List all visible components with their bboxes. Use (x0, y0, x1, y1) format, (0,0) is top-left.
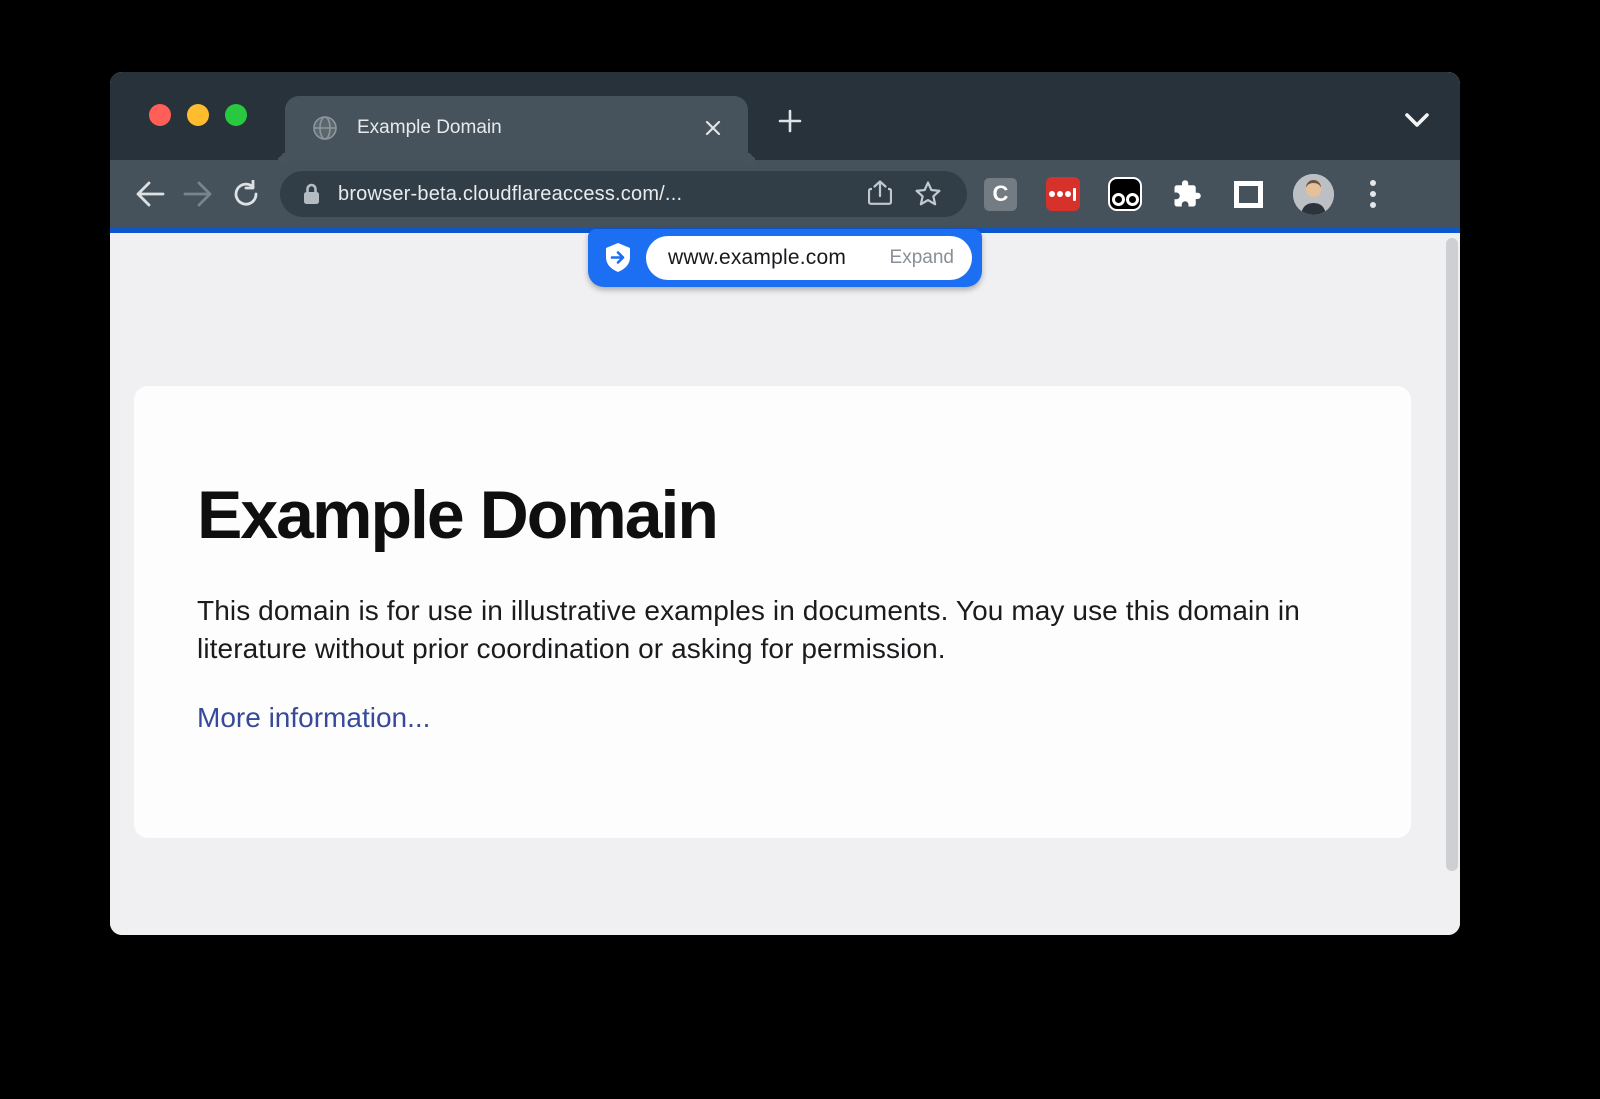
share-button[interactable] (863, 177, 897, 211)
isolation-domain-pill[interactable]: www.example.com Expand (588, 229, 982, 287)
goggles-extension-icon (1108, 177, 1142, 211)
lock-icon (302, 182, 321, 206)
tab-example-domain[interactable]: Example Domain (285, 96, 748, 160)
browser-window: Example Domain (110, 72, 1460, 935)
back-button[interactable] (126, 170, 174, 218)
address-bar[interactable]: browser-beta.cloudflareaccess.com/... (280, 171, 967, 217)
url-text: browser-beta.cloudflareaccess.com/... (338, 183, 863, 206)
body-text: This domain is for use in illustrative e… (197, 592, 1357, 668)
reload-icon (232, 180, 260, 208)
side-panel-button[interactable] (1231, 177, 1266, 212)
tab-title: Example Domain (357, 117, 698, 139)
isolation-inner-pill: www.example.com Expand (646, 236, 972, 280)
frame-icon (1234, 181, 1263, 208)
lastpass-icon (1046, 177, 1080, 211)
chevron-down-icon (1404, 112, 1430, 130)
forward-icon (183, 181, 213, 207)
close-window-button[interactable] (149, 104, 171, 126)
browser-menu-button[interactable] (1361, 177, 1385, 212)
page-title: Example Domain (197, 474, 1411, 556)
new-tab-button[interactable] (774, 105, 806, 137)
back-icon (135, 181, 165, 207)
plus-icon (777, 108, 803, 134)
zoom-window-button[interactable] (225, 104, 247, 126)
reload-button[interactable] (222, 170, 270, 218)
minimize-window-button[interactable] (187, 104, 209, 126)
scrollbar-thumb[interactable] (1446, 238, 1458, 871)
shield-arrow-icon (604, 242, 632, 274)
profile-button[interactable] (1293, 177, 1334, 212)
tab-close-icon[interactable] (698, 113, 728, 143)
extension-goggles-button[interactable] (1107, 177, 1142, 212)
c-extension-icon: C (984, 178, 1017, 211)
globe-icon (311, 114, 339, 142)
avatar (1293, 174, 1334, 215)
extensions-menu-button[interactable] (1169, 177, 1204, 212)
kebab-menu-icon (1369, 178, 1377, 210)
star-icon (914, 180, 942, 208)
toolbar: browser-beta.cloudflareaccess.com/... C (110, 160, 1460, 228)
puzzle-icon (1172, 179, 1202, 209)
tab-search-button[interactable] (1400, 105, 1434, 137)
extension-lastpass-button[interactable] (1045, 177, 1080, 212)
content-card: Example Domain This domain is for use in… (134, 386, 1411, 838)
more-information-link[interactable]: More information... (197, 702, 430, 734)
share-icon (868, 180, 892, 208)
traffic-lights (149, 104, 247, 126)
extension-c-button[interactable]: C (983, 177, 1018, 212)
tab-strip: Example Domain (110, 72, 1460, 160)
extensions-row: C (983, 177, 1385, 212)
isolated-domain-text: www.example.com (668, 246, 890, 270)
page-viewport: www.example.com Expand Example Domain Th… (110, 233, 1460, 935)
forward-button[interactable] (174, 170, 222, 218)
expand-button[interactable]: Expand (890, 247, 954, 269)
bookmark-button[interactable] (911, 177, 945, 211)
